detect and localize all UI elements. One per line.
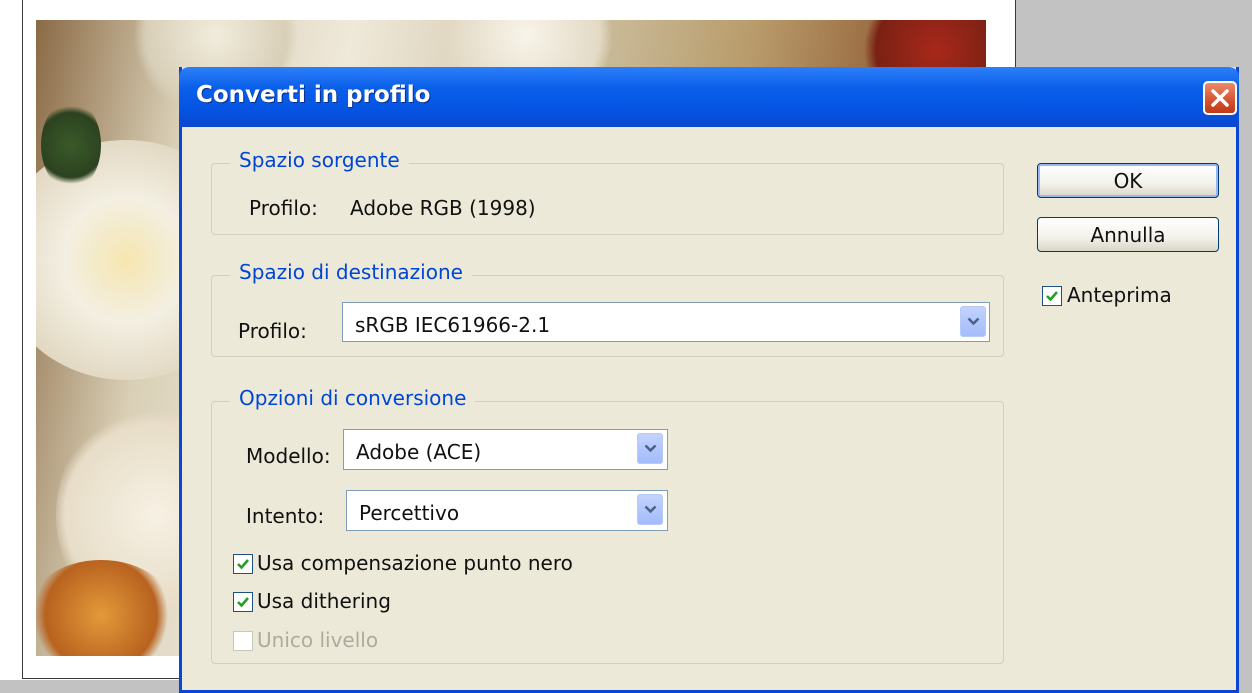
checkmark-icon bbox=[1046, 291, 1058, 302]
preview-label[interactable]: Anteprima bbox=[1067, 283, 1172, 307]
destination-profile-dropdown-button[interactable] bbox=[960, 306, 986, 337]
black-point-checkbox[interactable] bbox=[233, 554, 253, 574]
intent-select[interactable]: Percettivo bbox=[346, 490, 668, 531]
source-profile-label: Profilo: bbox=[249, 196, 318, 220]
chevron-down-icon bbox=[644, 444, 657, 453]
close-button[interactable] bbox=[1203, 81, 1237, 115]
checkmark-icon bbox=[237, 597, 249, 608]
chevron-down-icon bbox=[967, 317, 980, 326]
preview-checkbox[interactable] bbox=[1042, 286, 1062, 306]
intent-label: Intento: bbox=[246, 504, 325, 528]
conversion-options-group: Opzioni di conversione Modello: Adobe (A… bbox=[211, 386, 1004, 664]
destination-space-group: Spazio di destinazione Profilo: sRGB IEC… bbox=[211, 260, 1004, 357]
engine-value: Adobe (ACE) bbox=[356, 440, 482, 464]
source-space-legend: Spazio sorgente bbox=[230, 148, 409, 172]
destination-space-legend: Spazio di destinazione bbox=[230, 260, 472, 284]
source-space-group: Spazio sorgente Profilo: Adobe RGB (1998… bbox=[211, 148, 1004, 235]
destination-profile-value: sRGB IEC61966-2.1 bbox=[355, 313, 551, 337]
black-point-label[interactable]: Usa compensazione punto nero bbox=[257, 551, 573, 575]
flatten-checkbox bbox=[233, 631, 253, 651]
engine-dropdown-button[interactable] bbox=[637, 433, 663, 464]
intent-value: Percettivo bbox=[359, 501, 460, 525]
engine-select[interactable]: Adobe (ACE) bbox=[343, 429, 668, 470]
source-profile-value: Adobe RGB (1998) bbox=[350, 196, 536, 220]
checkmark-icon bbox=[237, 559, 249, 570]
document-text-fragment bbox=[53, 0, 1003, 4]
dither-label[interactable]: Usa dithering bbox=[257, 589, 391, 613]
chevron-down-icon bbox=[644, 505, 657, 514]
flatten-label: Unico livello bbox=[257, 628, 379, 652]
ok-button[interactable]: OK bbox=[1037, 163, 1219, 198]
cancel-button[interactable]: Annulla bbox=[1037, 217, 1219, 252]
engine-label: Modello: bbox=[246, 444, 331, 468]
destination-profile-select[interactable]: sRGB IEC61966-2.1 bbox=[342, 302, 990, 342]
dither-checkbox[interactable] bbox=[233, 592, 253, 612]
convert-to-profile-dialog: Converti in profilo Spazio sorgente Prof… bbox=[179, 67, 1239, 693]
destination-profile-label: Profilo: bbox=[238, 319, 307, 343]
dialog-title: Converti in profilo bbox=[196, 82, 431, 108]
close-icon bbox=[1211, 89, 1229, 107]
intent-dropdown-button[interactable] bbox=[637, 494, 663, 525]
dialog-titlebar[interactable]: Converti in profilo bbox=[179, 67, 1239, 127]
conversion-options-legend: Opzioni di conversione bbox=[230, 386, 476, 410]
